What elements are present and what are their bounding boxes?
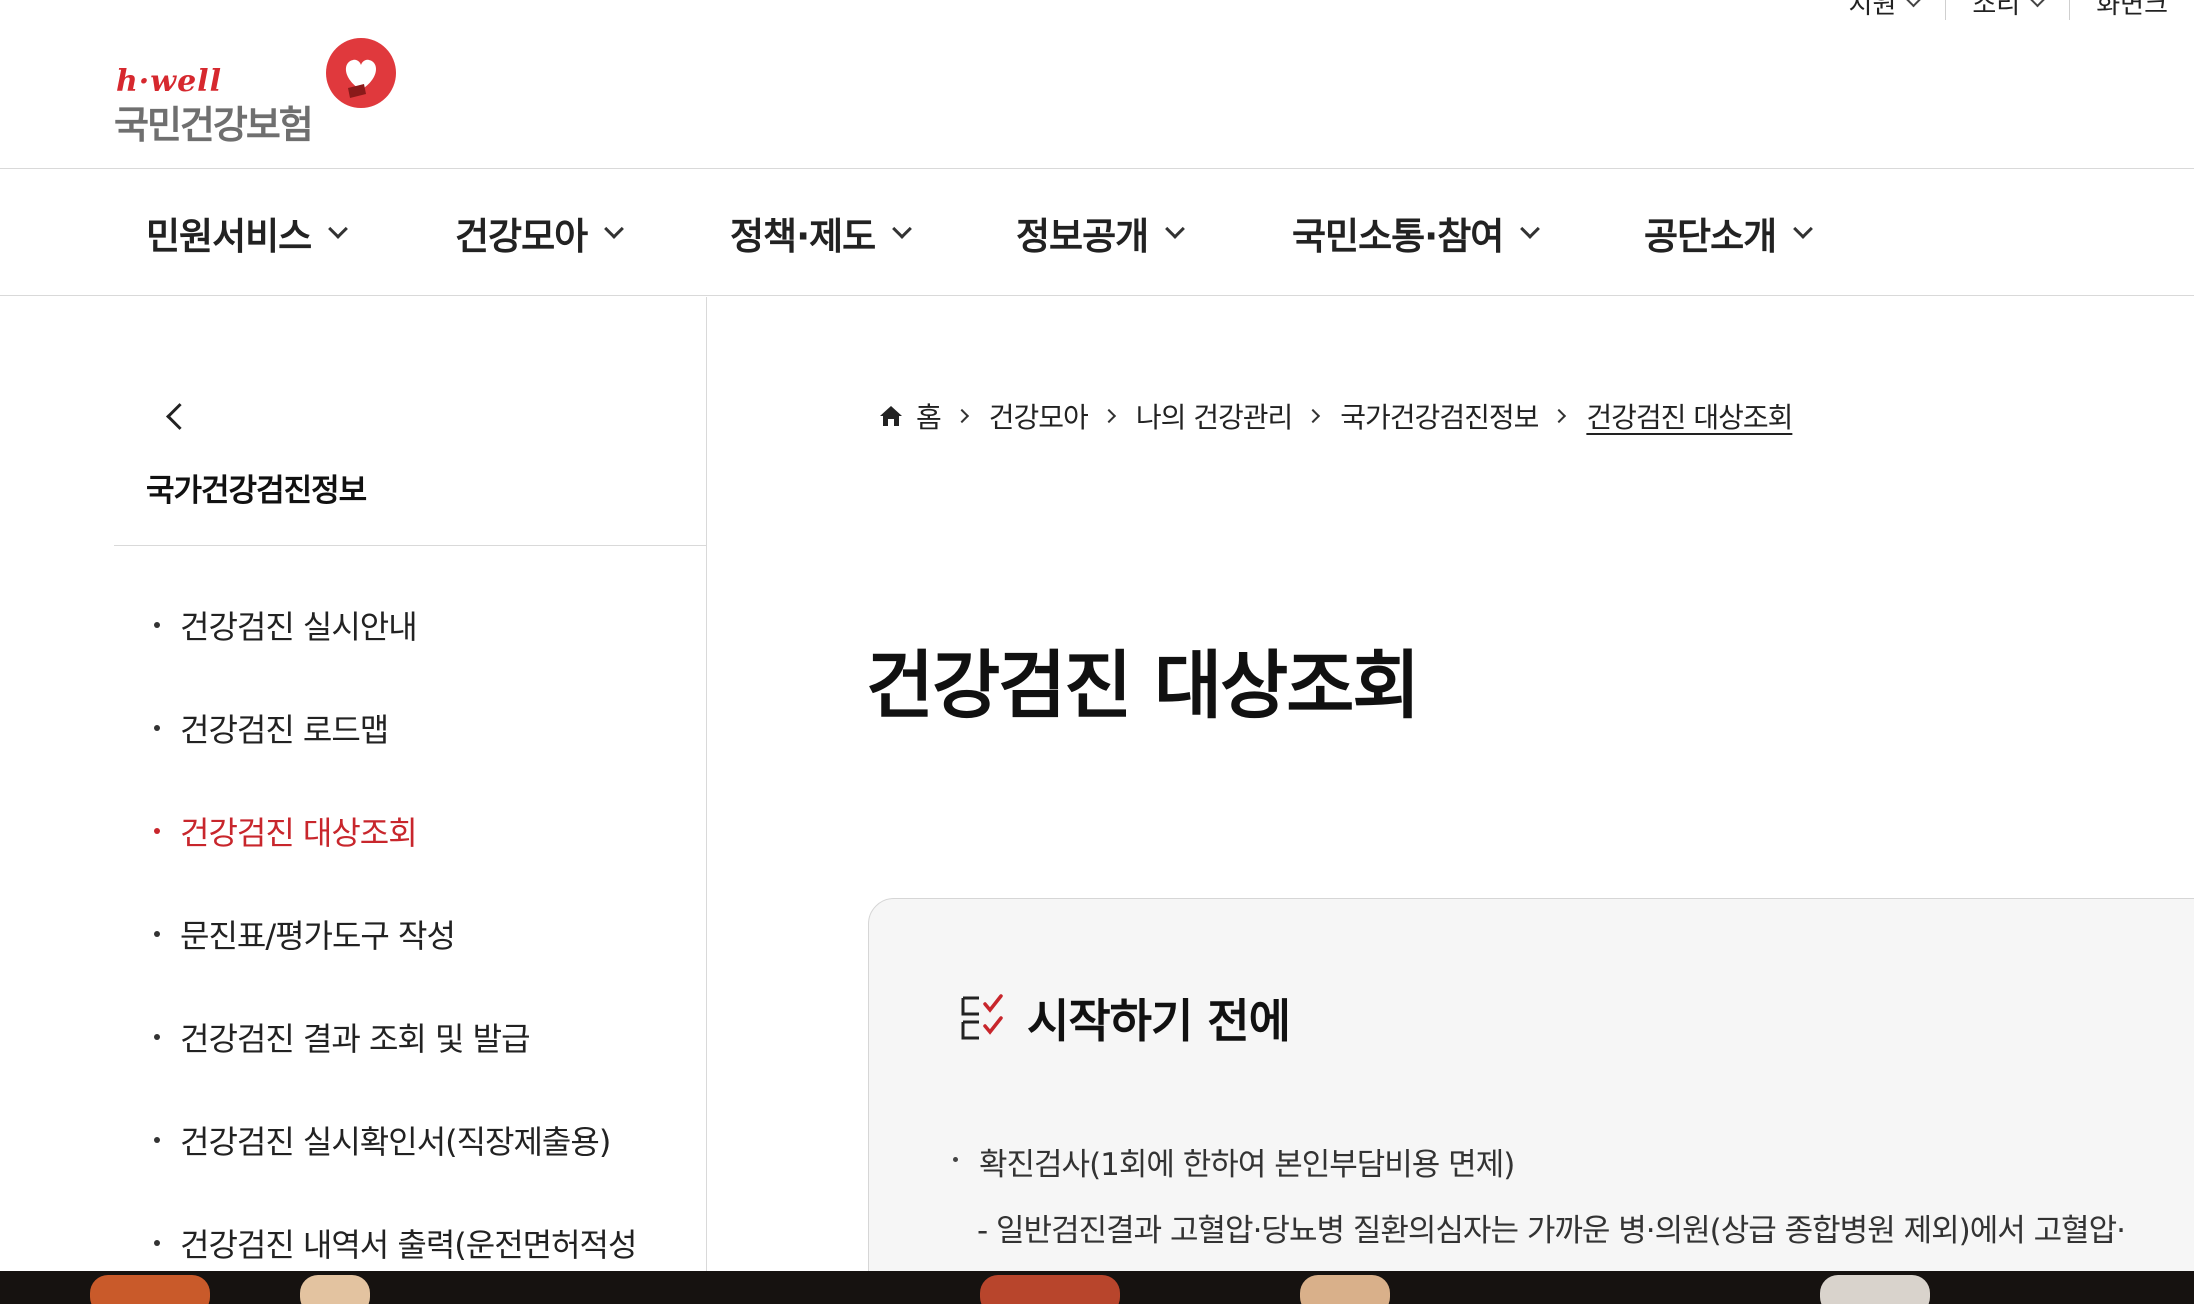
- breadcrumb-health-moa[interactable]: 건강모아: [989, 396, 1089, 436]
- bottom-banner-image: [0, 1271, 2194, 1304]
- gnb-about[interactable]: 공단소개: [1644, 170, 1814, 296]
- chevron-right-icon: [954, 408, 969, 424]
- notice-sub-text: - 일반검진결과 고혈압·당뇨병 질환의심자는 가까운 병·의원(상급 종합병원…: [977, 1213, 2126, 1249]
- chevron-right-icon: [1101, 408, 1116, 424]
- back-chevron-icon[interactable]: [160, 401, 190, 431]
- notice-header: 시작하기 전에: [957, 985, 1291, 1051]
- sidebar: 국가건강검진정보 건강검진 실시안내 건강검진 로드맵 건강검진 대상조회 문진…: [114, 297, 706, 1271]
- breadcrumb-home[interactable]: 홈: [916, 396, 942, 436]
- breadcrumb-checkup-info[interactable]: 국가건강검진정보: [1340, 396, 1539, 436]
- sidebar-title: 국가건강검진정보: [146, 473, 367, 509]
- breadcrumb-current[interactable]: 건강검진 대상조회: [1586, 396, 1793, 436]
- sidebar-menu: 건강검진 실시안내 건강검진 로드맵 건강검진 대상조회 문진표/평가도구 작성…: [150, 602, 637, 1304]
- gnb-label: 민원서비스: [146, 215, 312, 258]
- gnb-disclosure[interactable]: 정보공개: [1016, 170, 1186, 296]
- chevron-down-icon: [892, 219, 913, 239]
- gnb-label: 국민소통·참여: [1292, 215, 1504, 258]
- notice-bullet: 확진검사(1회에 한하여 본인부담비용 면제): [951, 1139, 1515, 1184]
- gnb-label: 정책·제도: [730, 215, 876, 258]
- sidebar-item-roadmap[interactable]: 건강검진 로드맵: [150, 705, 636, 808]
- notice-title: 시작하기 전에: [1027, 994, 1291, 1048]
- breadcrumb: 홈 건강모아 나의 건강관리 국가건강검진정보 건강검진 대상조회: [878, 396, 1793, 436]
- gnb-communication[interactable]: 국민소통·참여: [1292, 170, 1541, 296]
- gnb-policy[interactable]: 정책·제도: [730, 170, 913, 296]
- sidebar-item-confirmation[interactable]: 건강검진 실시확인서(직장제출용): [150, 1117, 636, 1220]
- global-nav: 민원서비스 건강모아 정책·제도 정보공개 국민소통·참여 공단소개: [0, 170, 2194, 296]
- site-logo[interactable]: h·well 국민건강보험: [114, 38, 404, 147]
- gnb-health-moa[interactable]: 건강모아: [455, 170, 625, 296]
- sidebar-divider: [706, 297, 707, 1271]
- gnb-label: 건강모아: [455, 215, 588, 258]
- chevron-right-icon: [1552, 408, 1567, 424]
- notice-box: 시작하기 전에 확진검사(1회에 한하여 본인부담비용 면제) - 일반검진결과…: [868, 898, 2194, 1304]
- gnb-civil-service[interactable]: 민원서비스: [146, 170, 349, 296]
- page-title: 건강검진 대상조회: [866, 643, 1420, 729]
- site-header: h·well 국민건강보험: [0, 0, 2194, 169]
- gnb-label: 정보공개: [1016, 215, 1149, 258]
- chevron-down-icon: [328, 219, 349, 239]
- logo-name: 국민건강보험: [114, 103, 314, 147]
- sidebar-item-checkup-guide[interactable]: 건강검진 실시안내: [150, 602, 636, 705]
- sidebar-separator: [114, 545, 706, 546]
- chevron-down-icon: [1520, 219, 1541, 239]
- gnb-label: 공단소개: [1644, 215, 1777, 258]
- chevron-down-icon: [604, 219, 625, 239]
- heart-logo-icon: [326, 38, 396, 108]
- breadcrumb-my-health[interactable]: 나의 건강관리: [1136, 396, 1293, 436]
- sidebar-item-questionnaire[interactable]: 문진표/평가도구 작성: [150, 911, 636, 1014]
- home-icon: [880, 406, 902, 426]
- chevron-down-icon: [1165, 219, 1186, 239]
- sidebar-item-target-lookup[interactable]: 건강검진 대상조회: [150, 808, 636, 911]
- chevron-right-icon: [1306, 408, 1321, 424]
- sidebar-item-results[interactable]: 건강검진 결과 조회 및 발급: [150, 1014, 636, 1117]
- chevron-down-icon: [1793, 219, 1814, 239]
- checklist-icon: [961, 994, 1003, 1040]
